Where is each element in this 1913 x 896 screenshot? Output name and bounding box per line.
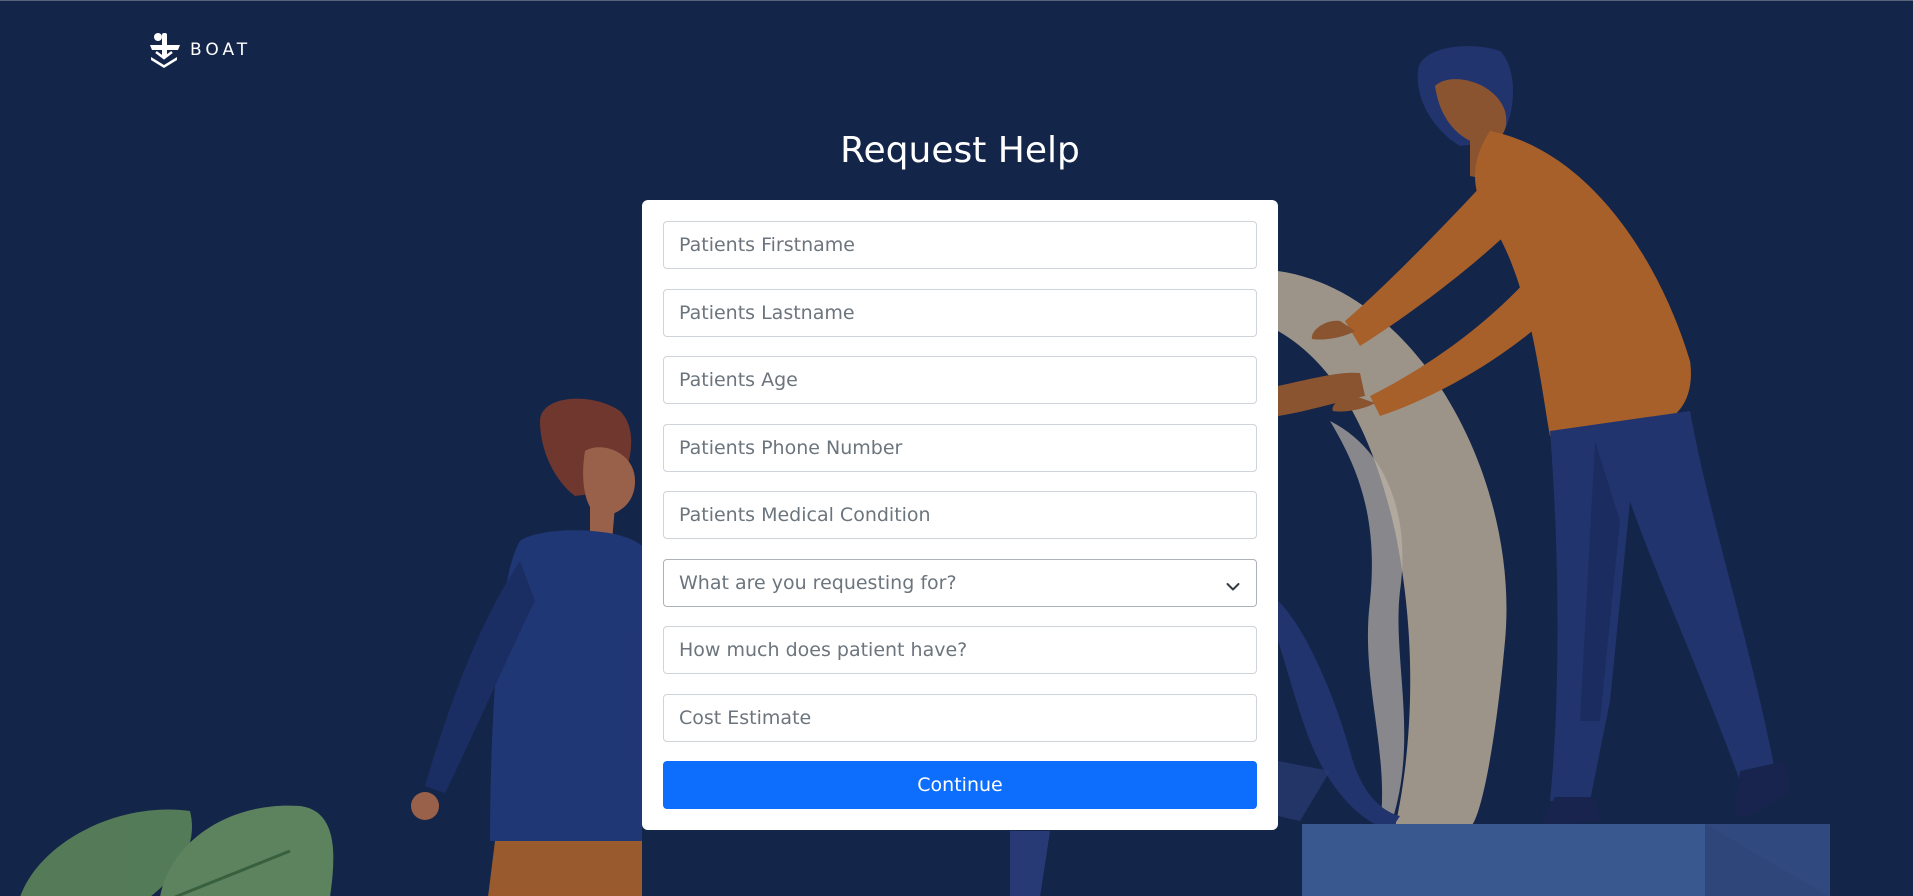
patient-age-input[interactable] xyxy=(663,356,1257,404)
patient-lastname-input[interactable] xyxy=(663,288,1257,337)
child-figure xyxy=(411,398,642,896)
cost-estimate-input[interactable] xyxy=(663,693,1257,742)
leaf-decoration xyxy=(20,805,334,896)
page-title: Request Help xyxy=(840,130,1080,171)
page: BOAT Request Help What are you requestin… xyxy=(0,0,1913,896)
patient-phone-input[interactable] xyxy=(663,423,1257,472)
request-type-selected-value: What are you requesting for? xyxy=(679,571,957,594)
brand-logo[interactable]: BOAT xyxy=(148,31,251,69)
continue-button[interactable]: Continue xyxy=(663,761,1257,809)
patient-funds-input[interactable] xyxy=(663,626,1257,674)
request-type-select[interactable]: What are you requesting for? xyxy=(663,558,1257,607)
box-decoration xyxy=(1302,824,1830,896)
logo-icon xyxy=(148,31,182,69)
request-help-form: What are you requesting for? Continue xyxy=(642,200,1278,830)
brand-name: BOAT xyxy=(190,40,252,60)
chevron-down-icon xyxy=(1226,577,1240,596)
patient-condition-input[interactable] xyxy=(663,491,1257,539)
patient-firstname-input[interactable] xyxy=(663,221,1257,269)
